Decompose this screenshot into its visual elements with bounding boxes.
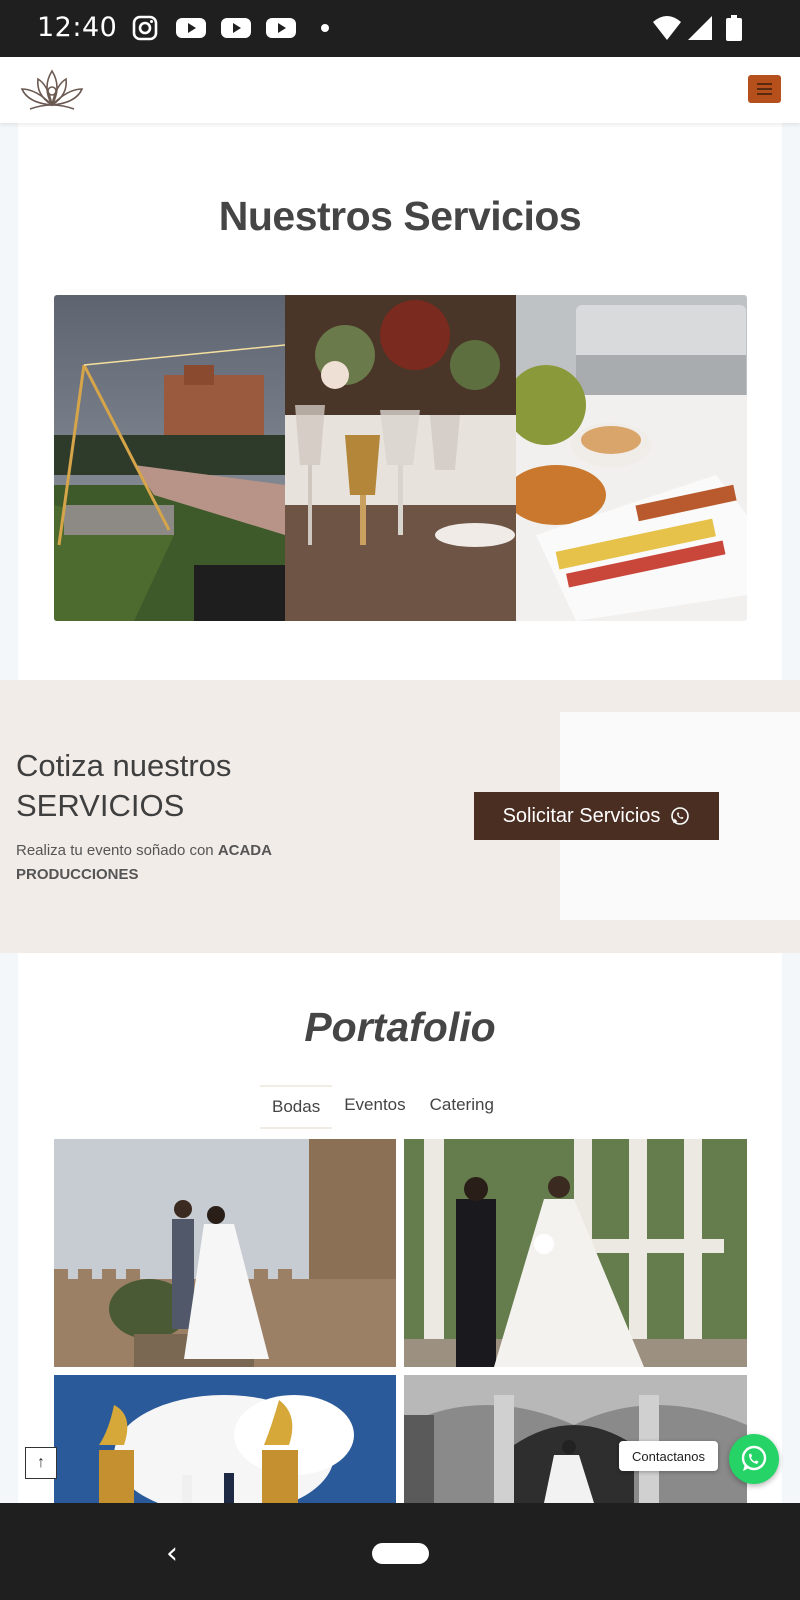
portfolio-photo-ornate-bw[interactable]: [404, 1375, 747, 1503]
contact-tooltip[interactable]: Contactanos: [619, 1441, 718, 1471]
youtube-icon: [221, 18, 251, 38]
portfolio-filters: Bodas Eventos Catering: [260, 1085, 506, 1129]
portfolio-photo-gazebo-couple[interactable]: [404, 1139, 747, 1367]
services-gallery[interactable]: [54, 295, 747, 621]
battery-icon: [726, 15, 742, 41]
status-bar: 12:40: [0, 0, 800, 57]
outdoor-venue-photo: [54, 295, 285, 621]
hamburger-icon: [757, 83, 772, 85]
back-icon[interactable]: ‹: [166, 1536, 178, 1571]
youtube-icon: [266, 18, 296, 38]
quote-title: Cotiza nuestros SERVICIOS: [16, 748, 232, 823]
site-header: [0, 57, 800, 123]
arrow-up-icon: ↑: [37, 1454, 45, 1471]
instagram-icon: [132, 15, 158, 41]
wifi-icon: [653, 16, 681, 40]
catering-buffet-photo: [516, 295, 747, 621]
home-pill-button[interactable]: [372, 1543, 429, 1564]
portfolio-photo-castle-couple[interactable]: [54, 1139, 396, 1367]
services-title: Nuestros Servicios: [218, 193, 582, 239]
hamburger-menu-button[interactable]: [748, 75, 781, 103]
dot-icon: [321, 24, 329, 32]
quote-subtitle: Realiza tu evento soñado con ACADA PRODU…: [16, 842, 272, 883]
portfolio-photo-golden-domes[interactable]: [54, 1375, 396, 1503]
whatsapp-icon: [741, 1445, 767, 1471]
filter-eventos[interactable]: Eventos: [332, 1085, 417, 1129]
system-nav-bar: ‹: [0, 1503, 800, 1600]
signal-icon: [688, 16, 712, 40]
filter-bodas[interactable]: Bodas: [260, 1085, 333, 1129]
whatsapp-float-button[interactable]: [729, 1434, 779, 1484]
filter-catering[interactable]: Catering: [418, 1085, 506, 1129]
whatsapp-icon: [671, 807, 690, 825]
lotus-logo-icon[interactable]: [18, 65, 86, 113]
portfolio-title: Portafolio: [304, 1004, 496, 1050]
status-time: 12:40: [37, 12, 118, 43]
table-setting-photo: [285, 295, 516, 621]
youtube-icon: [176, 18, 206, 38]
request-services-button[interactable]: Solicitar Servicios: [474, 792, 719, 840]
scroll-to-top-button[interactable]: ↑: [25, 1447, 57, 1479]
